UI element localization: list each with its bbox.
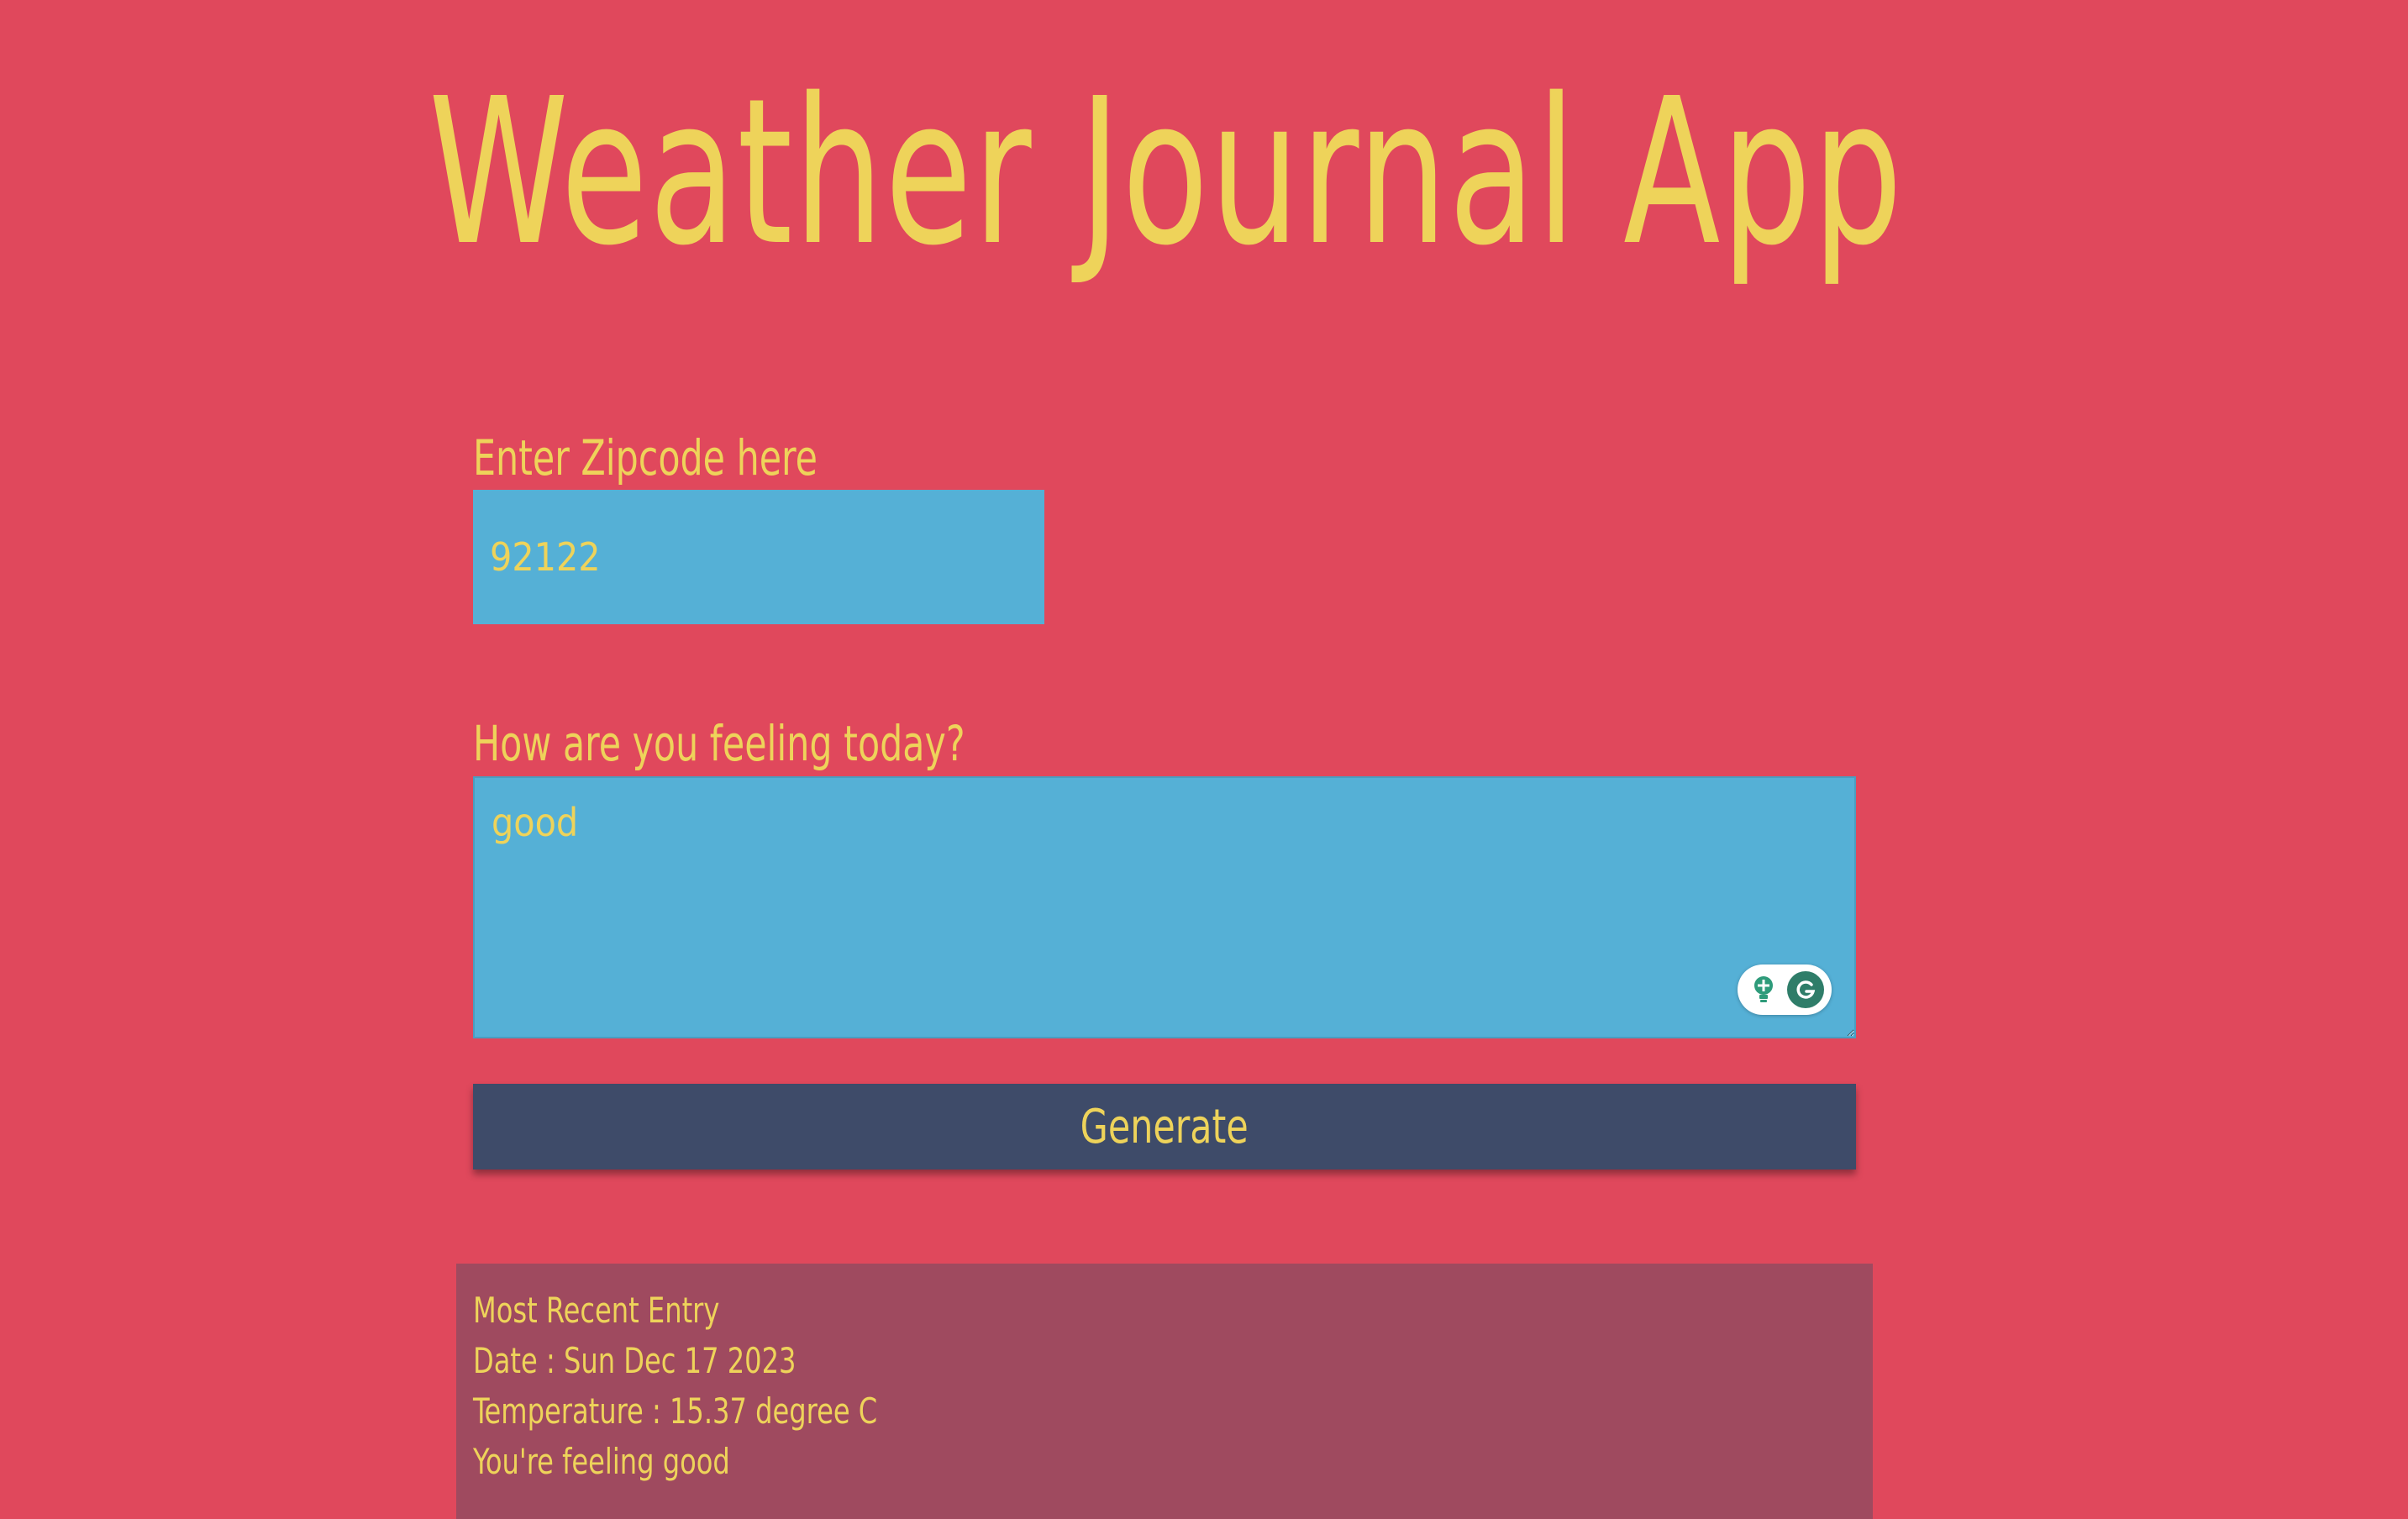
grammarly-badge[interactable] — [1738, 964, 1832, 1015]
entry-temperature: Temperature : 15.37 degree C — [473, 1390, 878, 1432]
generate-button-label: Generate — [1080, 1099, 1249, 1154]
lightbulb-icon[interactable] — [1745, 971, 1782, 1008]
entry-date: Date : Sun Dec 17 2023 — [473, 1340, 797, 1381]
app-title: Weather Journal App — [428, 55, 1904, 290]
zip-input[interactable] — [473, 490, 1044, 624]
grammarly-g-icon[interactable] — [1787, 971, 1824, 1008]
zip-label: Enter Zipcode here — [473, 429, 818, 486]
entry-panel: Most Recent Entry Date : Sun Dec 17 2023… — [456, 1264, 1873, 1519]
generate-button[interactable]: Generate — [473, 1084, 1856, 1169]
entry-content: You're feeling good — [473, 1441, 730, 1482]
entry-heading: Most Recent Entry — [473, 1290, 720, 1331]
feelings-textarea[interactable]: good — [473, 776, 1856, 1038]
feelings-label: How are you feeling today? — [473, 715, 965, 772]
